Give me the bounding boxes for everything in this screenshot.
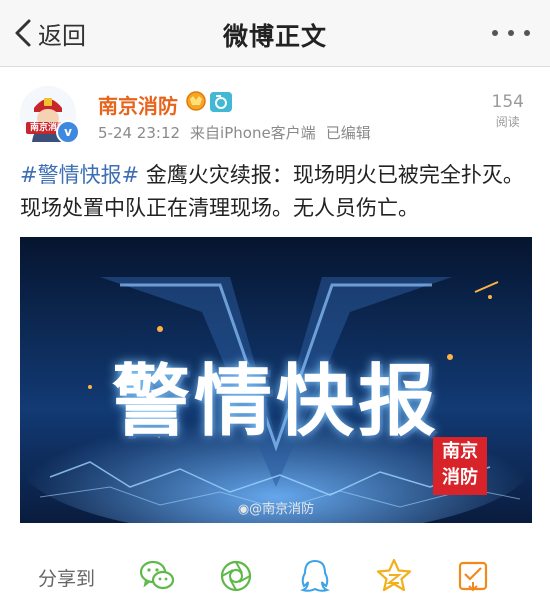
dot-icon: [524, 30, 530, 36]
qzone-icon[interactable]: [374, 556, 414, 596]
post-date: 5-24 23:12: [98, 124, 181, 142]
weibo-logo-icon: ◉: [237, 502, 250, 517]
post-image[interactable]: 警情快报 南京 消防 ◉@南京消防: [20, 237, 532, 523]
edited-label: 已编辑: [325, 124, 371, 142]
author-name[interactable]: 南京消防: [98, 90, 178, 119]
hashtag-link[interactable]: #警情快报#: [20, 163, 139, 187]
post-source: 来自iPhone客户端: [190, 124, 316, 142]
avatar[interactable]: 南京消防 v: [20, 86, 80, 144]
image-stamp: 南京 消防: [433, 437, 487, 495]
image-stamp-line1: 南京: [442, 441, 478, 462]
dot-icon: [492, 30, 498, 36]
image-title-text: 警情快报: [111, 357, 440, 447]
more-options-button[interactable]: [492, 28, 530, 38]
image-watermark: ◉@南京消防: [20, 498, 532, 517]
image-stamp-line2: 消防: [442, 467, 478, 488]
dot-icon: [508, 30, 514, 36]
share-bar: 分享到: [0, 556, 550, 596]
post-meta: 5-24 23:12 来自iPhone客户端 已编辑: [98, 122, 381, 143]
wechat-icon[interactable]: [137, 556, 177, 596]
read-count-label: 阅读: [495, 115, 520, 129]
vip-badge-icon[interactable]: [185, 90, 207, 112]
image-watermark-text: @南京消防: [249, 502, 315, 517]
read-count: 154 阅读: [492, 92, 524, 130]
qq-icon[interactable]: [295, 556, 335, 596]
read-count-number: 154: [491, 92, 524, 112]
share-label: 分享到: [38, 568, 96, 590]
top-nav-bar: 返回 微博正文: [0, 0, 550, 67]
camera-badge-icon[interactable]: [210, 92, 232, 112]
verified-badge-icon: v: [56, 120, 80, 144]
post-body: #警情快报# 金鹰火灾续报：现场明火已被完全扑灭。现场处置中队正在清理现场。无人…: [20, 159, 525, 225]
moments-icon[interactable]: [216, 556, 256, 596]
favorite-icon[interactable]: [453, 556, 493, 596]
page-title: 微博正文: [222, 22, 327, 51]
